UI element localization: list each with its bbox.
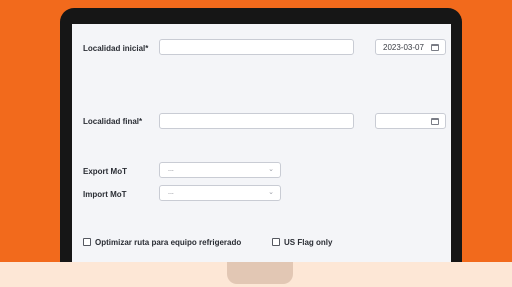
destination-input[interactable] <box>159 113 354 129</box>
usflag-label: US Flag only <box>284 238 333 247</box>
usflag-checkbox[interactable] <box>272 238 280 246</box>
refrigerated-label: Optimizar ruta para equipo refrigerado <box>95 238 242 247</box>
usflag-option[interactable]: US Flag only <box>272 238 332 247</box>
origin-date-value: 2023-03-07 <box>383 43 424 52</box>
origin-date-field[interactable]: 2023-03-07 <box>375 39 446 55</box>
origin-label: Localidad inicial* <box>83 44 149 53</box>
origin-input[interactable] <box>159 39 354 55</box>
import-mot-label: Import MoT <box>83 190 127 199</box>
chevron-down-icon: ⌄ <box>268 166 274 173</box>
calendar-icon[interactable] <box>431 118 439 125</box>
export-mot-value: ... <box>168 166 174 173</box>
destination-label: Localidad final* <box>83 117 143 126</box>
import-mot-value: ... <box>168 189 174 196</box>
laptop-notch <box>227 262 293 284</box>
chevron-down-icon: ⌄ <box>268 189 274 196</box>
calendar-icon[interactable] <box>431 44 439 51</box>
destination-date-field[interactable] <box>375 113 446 129</box>
refrigerated-checkbox[interactable] <box>83 238 91 246</box>
export-mot-select[interactable]: ... ⌄ <box>159 162 281 178</box>
export-mot-label: Export MoT <box>83 167 127 176</box>
refrigerated-option[interactable]: Optimizar ruta para equipo refrigerado <box>83 238 241 247</box>
import-mot-select[interactable]: ... ⌄ <box>159 185 281 201</box>
laptop-screen: Localidad inicial* 2023-03-07 Localidad … <box>72 24 451 262</box>
